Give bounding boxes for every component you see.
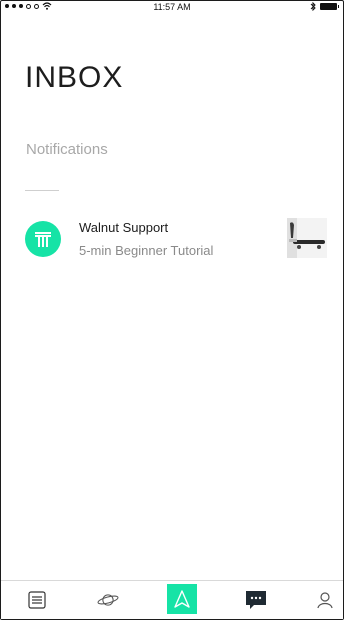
battery-icon bbox=[320, 3, 339, 10]
section-title: Notifications bbox=[26, 141, 108, 158]
tab-bar bbox=[1, 580, 343, 619]
tab-inbox[interactable] bbox=[244, 588, 268, 612]
page-title: INBOX bbox=[25, 61, 124, 94]
status-right bbox=[310, 2, 339, 11]
phone-frame: 11:57 AM INBOX Notifications Walnut Supp… bbox=[0, 0, 344, 620]
planet-icon bbox=[97, 594, 119, 606]
list-icon bbox=[28, 591, 46, 609]
bluetooth-icon bbox=[310, 2, 316, 11]
skateboard-thumbnail bbox=[287, 218, 327, 258]
navigation-icon bbox=[174, 590, 190, 608]
status-time: 11:57 AM bbox=[153, 2, 191, 12]
tab-profile[interactable] bbox=[313, 588, 337, 612]
notification-subtitle: 5-min Beginner Tutorial bbox=[79, 243, 214, 258]
status-bar: 11:57 AM bbox=[1, 1, 343, 15]
tab-list[interactable] bbox=[25, 588, 49, 612]
notification-title: Walnut Support bbox=[79, 220, 169, 235]
profile-icon bbox=[317, 592, 333, 609]
chat-icon bbox=[246, 591, 266, 609]
walnut-logo-icon bbox=[25, 221, 61, 257]
tab-navigation[interactable] bbox=[167, 584, 197, 614]
section-divider bbox=[25, 190, 59, 191]
tab-explore[interactable] bbox=[96, 588, 120, 612]
notification-item[interactable]: Walnut Support 5-min Beginner Tutorial bbox=[1, 211, 343, 271]
